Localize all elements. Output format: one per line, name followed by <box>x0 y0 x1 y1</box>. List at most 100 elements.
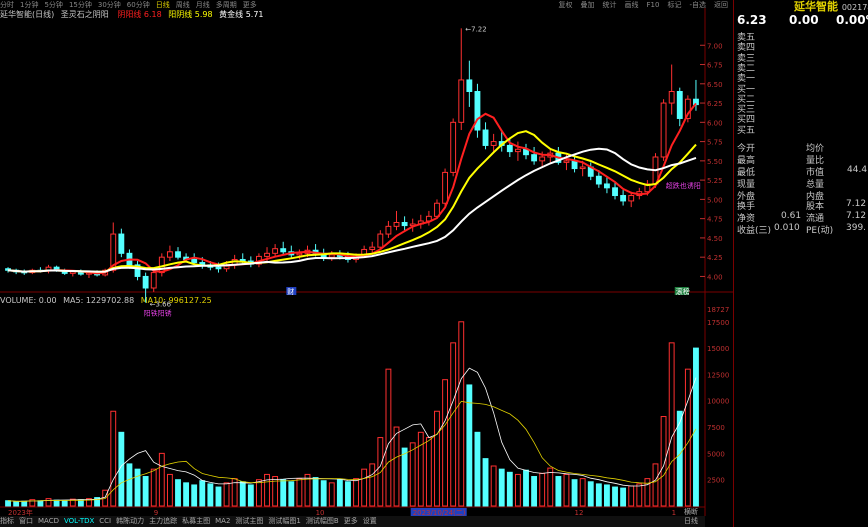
volume-bar <box>45 498 52 507</box>
volume-bar <box>547 467 554 507</box>
volume-bar <box>506 471 513 507</box>
candle-body <box>401 222 408 227</box>
candle-body <box>385 225 392 235</box>
volume-bar <box>328 482 335 507</box>
fundamental-field: 收益(三) <box>737 226 772 236</box>
indicator-tab-9[interactable]: 测试主图 <box>235 517 263 525</box>
volume-bar <box>514 473 521 507</box>
volume-bar <box>434 410 440 507</box>
volume-bar <box>247 484 254 507</box>
price-change: 0.00 <box>789 13 819 27</box>
volume-bar <box>264 473 270 507</box>
price-axis-label: 5.25 <box>707 177 723 185</box>
indicator-tab-0[interactable]: 指标 <box>0 517 14 525</box>
price-axis-label: 6.50 <box>707 81 723 89</box>
volume-bar <box>409 442 416 507</box>
candle-body <box>450 121 457 173</box>
signal-tag-right: 超跌也诱阳 <box>666 181 701 190</box>
volume-axis-label: 5000 <box>707 450 725 458</box>
fundamental-field: 0.61 <box>781 211 802 221</box>
candle-body <box>142 275 149 289</box>
indicator-tab-10[interactable]: 测试幅图1 <box>268 517 300 525</box>
volume-bar <box>595 483 602 507</box>
volume-bar <box>21 500 28 507</box>
volume-bar <box>636 483 643 507</box>
volume-axis-label: 15000 <box>707 345 729 353</box>
candle-body <box>118 233 125 254</box>
volume-bar <box>628 485 635 507</box>
rank-marker-label: 滚榜 <box>676 287 690 296</box>
price-axis-label: 4.00 <box>707 273 723 281</box>
candle-body <box>466 79 473 93</box>
candle-body <box>264 252 270 257</box>
volume-bar <box>425 437 432 507</box>
volume-bar <box>280 479 287 507</box>
candle-body <box>595 175 602 185</box>
x-axis-label: 10 <box>316 509 325 516</box>
volume-axis-label: 7500 <box>707 424 725 432</box>
order-level: 买五 <box>737 125 756 136</box>
volume-bar <box>523 469 529 507</box>
volume-bar <box>482 458 489 507</box>
quote-panel: 延华智能 002178 6.23 0.00 0.00% 卖五卖四卖三卖二卖一买一… <box>733 0 868 527</box>
volume-bar <box>53 499 60 507</box>
volume-bar <box>474 431 481 507</box>
candle-body <box>628 195 635 202</box>
finance-marker-label: 财 <box>287 287 294 296</box>
volume-bar <box>239 481 246 507</box>
candle-body <box>191 258 198 264</box>
volume-bar <box>183 482 190 507</box>
volume-bar <box>668 342 675 507</box>
price-axis-label: 6.00 <box>707 119 723 127</box>
indicator-tab-1[interactable]: 窗口 <box>19 517 33 525</box>
candle-body <box>571 160 578 170</box>
indicator-tab-7[interactable]: 私募主图 <box>182 517 210 525</box>
indicator-tab-13[interactable]: 设置 <box>363 517 377 525</box>
indicator-tab-11[interactable]: 测试幅图B <box>306 517 339 525</box>
stock-code: 002178 <box>841 3 868 12</box>
candle-body <box>272 248 279 254</box>
volume-bar <box>37 500 44 507</box>
indicator-tab-4[interactable]: CCI <box>99 517 111 525</box>
indicator-tab-2[interactable]: MACD <box>38 517 59 525</box>
price-axis-label: 4.25 <box>707 254 723 262</box>
indicator-tab-12[interactable]: 更多 <box>344 517 358 525</box>
indicator-tab-3[interactable]: VOL-TDX <box>64 517 94 525</box>
price-axis-label: 5.00 <box>707 196 723 204</box>
volume-bar <box>158 452 165 507</box>
volume-bar <box>256 479 262 507</box>
candle-body <box>620 195 627 202</box>
indicator-tab-8[interactable]: MA2 <box>215 517 230 525</box>
scroll-control[interactable]: 横断 <box>684 508 732 517</box>
last-price: 6.23 <box>737 13 767 27</box>
volume-bar <box>361 468 368 507</box>
candle-body <box>668 91 675 104</box>
volume-bar <box>166 473 173 507</box>
candle-body <box>531 154 538 162</box>
volume-axis-label: 12500 <box>707 371 729 379</box>
indicator-tabs: 指标 窗口 MACD VOL-TDX CCI 韩陈动力 主力追踪 私募主图 MA2 测试主图 测试幅… <box>0 516 705 527</box>
volume-bar <box>288 481 295 507</box>
candle-body <box>369 246 376 250</box>
volume-bar <box>215 486 222 507</box>
indicator-tab-5[interactable]: 韩陈动力 <box>116 517 144 525</box>
x-axis-label: 2023年 <box>8 508 33 516</box>
period-indicator[interactable]: 日线 <box>684 517 732 526</box>
x-axis-label: 12 <box>575 509 584 516</box>
volume-bar <box>13 501 20 507</box>
volume-bar <box>336 479 343 507</box>
fundamental-field: 7.12 <box>846 211 867 221</box>
volume-bar <box>604 484 610 507</box>
price-axis-label: 4.75 <box>707 216 723 224</box>
candle-body <box>150 272 157 289</box>
volume-bar <box>458 321 465 507</box>
indicator-tab-6[interactable]: 主力追踪 <box>149 517 177 525</box>
volume-bar <box>296 478 303 507</box>
volume-bar <box>563 473 570 507</box>
candle-body <box>280 248 287 253</box>
volume-axis-label: 17500 <box>707 319 729 327</box>
volume-bar <box>199 480 206 507</box>
kline-chart[interactable]: 7.00 6.75 6.50 6.25 6.00 5.75 5.50 5.25 5.00 4.75… <box>0 0 733 516</box>
candle-body <box>442 171 448 204</box>
volume-bar <box>579 478 586 507</box>
